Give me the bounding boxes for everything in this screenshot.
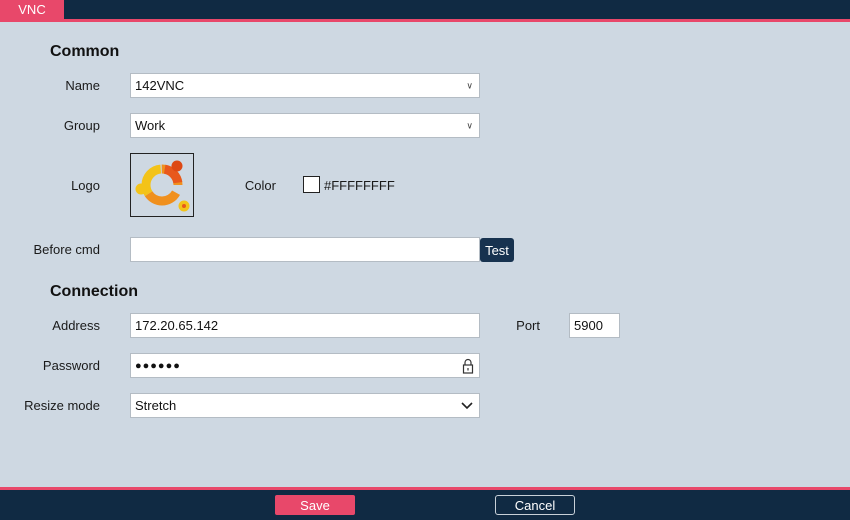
color-swatch[interactable] bbox=[303, 176, 320, 193]
cancel-button[interactable]: Cancel bbox=[495, 495, 575, 515]
password-value: ●●●●●● bbox=[135, 359, 181, 372]
chevron-down-icon[interactable]: ∨ bbox=[466, 120, 473, 131]
color-label: Color bbox=[244, 178, 276, 193]
before-cmd-input[interactable] bbox=[130, 237, 480, 262]
resize-mode-label: Resize mode bbox=[24, 398, 100, 413]
address-input[interactable]: 172.20.65.142 bbox=[130, 313, 480, 338]
address-label: Address bbox=[52, 318, 100, 333]
chevron-down-icon[interactable]: ∨ bbox=[466, 80, 473, 91]
password-input[interactable]: ●●●●●● bbox=[130, 353, 480, 378]
port-input[interactable]: 5900 bbox=[569, 313, 620, 338]
section-title-common: Common bbox=[50, 43, 120, 60]
password-label: Password bbox=[42, 358, 100, 373]
chevron-down-icon[interactable] bbox=[461, 401, 473, 410]
color-value: #FFFFFFFF bbox=[324, 178, 395, 193]
section-title-connection: Connection bbox=[50, 283, 138, 300]
ubuntu-logo-icon bbox=[135, 160, 190, 212]
name-label: Name bbox=[65, 78, 100, 93]
port-value: 5900 bbox=[574, 318, 603, 333]
save-button[interactable]: Save bbox=[275, 495, 355, 515]
logo-label: Logo bbox=[71, 178, 100, 193]
top-bar: VNC bbox=[0, 0, 850, 22]
name-value: 142VNC bbox=[135, 78, 185, 93]
bottom-bar bbox=[0, 487, 850, 520]
before-cmd-label: Before cmd bbox=[33, 242, 100, 257]
test-button[interactable]: Test bbox=[480, 238, 514, 262]
name-dropdown[interactable]: 142VNC ∨ bbox=[130, 73, 480, 98]
group-label: Group bbox=[63, 118, 100, 133]
group-value: Work bbox=[135, 118, 166, 133]
tab-vnc[interactable]: VNC bbox=[0, 0, 64, 19]
lock-icon[interactable] bbox=[462, 358, 474, 374]
address-value: 172.20.65.142 bbox=[135, 318, 219, 333]
port-label: Port bbox=[516, 318, 540, 333]
resize-mode-value: Stretch bbox=[135, 398, 177, 413]
group-dropdown[interactable]: Work ∨ bbox=[130, 113, 480, 138]
resize-mode-dropdown[interactable]: Stretch bbox=[130, 393, 480, 418]
logo-picker[interactable] bbox=[130, 153, 194, 217]
